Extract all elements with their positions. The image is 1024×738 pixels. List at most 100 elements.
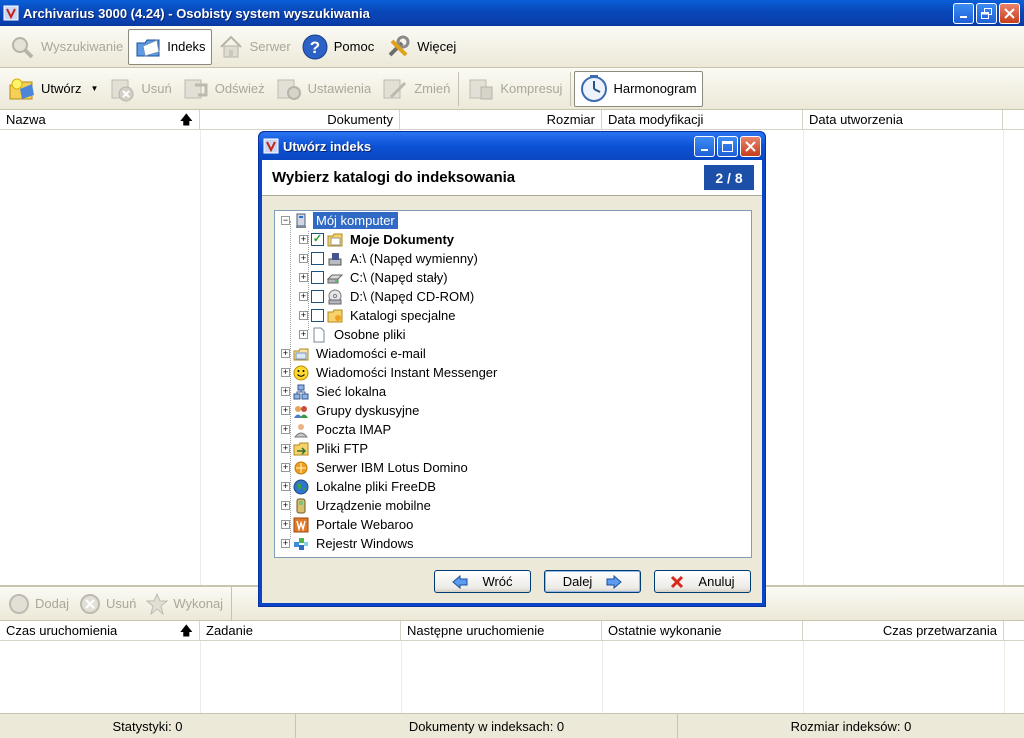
main-toolbar: Wyszukiwanie Indeks Serwer ? Pomoc Więce…	[0, 26, 1024, 68]
column-task[interactable]: Zadanie	[200, 621, 401, 640]
expand-icon[interactable]: +	[281, 463, 290, 472]
expand-icon[interactable]: +	[281, 520, 290, 529]
collapse-icon[interactable]: −	[281, 216, 290, 225]
clock-icon	[580, 74, 608, 103]
column-size[interactable]: Rozmiar	[400, 110, 602, 129]
tree-item-email[interactable]: + Wiadomości e-mail	[281, 344, 429, 363]
tree-item-label: Pliki FTP	[316, 441, 368, 456]
compress-index-button[interactable]: Kompresuj	[462, 71, 567, 107]
modify-index-button[interactable]: Zmień	[376, 71, 455, 107]
minimize-button[interactable]	[953, 3, 974, 24]
add-task-button[interactable]: Dodaj	[3, 589, 74, 619]
column-last-run[interactable]: Ostatnie wykonanie	[602, 621, 803, 640]
tree-item-label: Wiadomości Instant Messenger	[316, 365, 498, 380]
column-documents[interactable]: Dokumenty	[200, 110, 400, 129]
tree-item-separate-files[interactable]: + Osobne pliki	[299, 325, 409, 344]
checkbox-unchecked[interactable]	[311, 271, 324, 284]
expand-icon[interactable]: +	[281, 349, 290, 358]
close-button[interactable]	[999, 3, 1020, 24]
more-button[interactable]: Więcej	[379, 29, 461, 65]
delete-icon	[108, 75, 136, 103]
schedule-list[interactable]	[0, 641, 1024, 713]
remove-task-button[interactable]: Usuń	[74, 589, 141, 619]
tree-item-instant-messenger[interactable]: + Wiadomości Instant Messenger	[281, 363, 500, 382]
tree-item-freedb[interactable]: + Lokalne pliki FreeDB	[281, 477, 439, 496]
create-index-button[interactable]: Utwórz ▼	[3, 71, 103, 107]
tree-item-ftp[interactable]: + Pliki FTP	[281, 439, 371, 458]
tree-item-drive-c[interactable]: + C:\ (Napęd stały)	[299, 268, 451, 287]
documents-folder-icon	[327, 232, 343, 248]
chevron-down-icon[interactable]: ▼	[90, 84, 98, 93]
column-modified[interactable]: Data modyfikacji	[602, 110, 803, 129]
back-button[interactable]: Wróć	[434, 570, 531, 593]
webaroo-icon	[293, 517, 309, 533]
minimize-icon	[959, 15, 967, 18]
expand-icon[interactable]: +	[299, 254, 308, 263]
column-next-run[interactable]: Następne uruchomienie	[401, 621, 602, 640]
expand-icon[interactable]: +	[281, 482, 290, 491]
checkbox-unchecked[interactable]	[311, 252, 324, 265]
expand-icon[interactable]: +	[281, 444, 290, 453]
schedule-list-header: Czas uruchomienia 🡅 Zadanie Następne uru…	[0, 621, 1024, 641]
tree-item-newsgroups[interactable]: + Grupy dyskusyjne	[281, 401, 422, 420]
checkbox-unchecked[interactable]	[311, 290, 324, 303]
refresh-index-label: Odśwież	[214, 81, 265, 96]
column-created-label: Data utworzenia	[809, 112, 903, 127]
column-created[interactable]: Data utworzenia	[803, 110, 1003, 129]
modify-icon	[381, 75, 409, 103]
index-folder-icon	[134, 33, 162, 61]
index-tab-button[interactable]: Indeks	[128, 28, 212, 65]
index-settings-label: Ustawienia	[307, 81, 372, 96]
column-name[interactable]: Nazwa 🡅	[0, 110, 200, 129]
tree-item-windows-registry[interactable]: + Rejestr Windows	[281, 534, 417, 553]
run-task-button[interactable]: Wykonaj	[141, 589, 228, 619]
tree-item-drive-d[interactable]: + D:\ (Napęd CD-ROM)	[299, 287, 477, 306]
dialog-close-button[interactable]	[740, 136, 761, 157]
dialog-titlebar[interactable]: Utwórz indeks	[259, 132, 765, 160]
tree-item-drive-a[interactable]: + A:\ (Napęd wymienny)	[299, 249, 481, 268]
refresh-index-button[interactable]: Odśwież	[177, 71, 270, 107]
network-icon	[293, 384, 309, 400]
expand-icon[interactable]: +	[299, 292, 308, 301]
expand-icon[interactable]: +	[299, 311, 308, 320]
schedule-label: Harmonogram	[613, 81, 697, 96]
expand-icon[interactable]: +	[281, 425, 290, 434]
tree-item-imap[interactable]: + Poczta IMAP	[281, 420, 394, 439]
expand-icon[interactable]: +	[281, 539, 290, 548]
tree-item-label: Wiadomości e-mail	[316, 346, 426, 361]
expand-icon[interactable]: +	[299, 330, 308, 339]
delete-index-button[interactable]: Usuń	[103, 71, 176, 107]
restore-button[interactable]	[976, 3, 997, 24]
window-titlebar[interactable]: Archivarius 3000 (4.24) - Osobisty syste…	[0, 0, 1024, 26]
search-tab-button[interactable]: Wyszukiwanie	[3, 29, 128, 65]
column-start-time[interactable]: Czas uruchomienia 🡅	[0, 621, 200, 640]
expand-icon[interactable]: +	[299, 235, 308, 244]
cancel-button[interactable]: Anuluj	[654, 570, 751, 593]
help-button[interactable]: ? Pomoc	[296, 29, 379, 65]
checkbox-checked[interactable]: ✓	[311, 233, 324, 246]
expand-icon[interactable]: +	[281, 406, 290, 415]
dialog-maximize-button[interactable]	[717, 136, 738, 157]
checkbox-unchecked[interactable]	[311, 309, 324, 322]
expand-icon[interactable]: +	[281, 368, 290, 377]
dialog-minimize-button[interactable]	[694, 136, 715, 157]
next-button[interactable]: Dalej	[544, 570, 641, 593]
column-last-run-label: Ostatnie wykonanie	[608, 623, 722, 638]
tree-item-webaroo[interactable]: + Portale Webaroo	[281, 515, 416, 534]
expand-icon[interactable]: +	[281, 501, 290, 510]
source-tree[interactable]: − Mój komputer + ✓ Moje Dokumenty + A:\ …	[274, 210, 752, 558]
schedule-button[interactable]: Harmonogram	[574, 70, 703, 107]
tree-item-special-folders[interactable]: + Katalogi specjalne	[299, 306, 459, 325]
tree-item-my-computer[interactable]: − Mój komputer	[281, 211, 398, 230]
column-processing-time[interactable]: Czas przetwarzania	[803, 621, 1004, 640]
tree-item-my-documents[interactable]: + ✓ Moje Dokumenty	[299, 230, 457, 249]
remove-icon	[79, 593, 101, 615]
house-icon	[217, 33, 245, 61]
tree-item-mobile-device[interactable]: + Urządzenie mobilne	[281, 496, 434, 515]
server-tab-button[interactable]: Serwer	[212, 29, 296, 65]
expand-icon[interactable]: +	[281, 387, 290, 396]
index-settings-button[interactable]: Ustawienia	[270, 71, 377, 107]
tree-item-lotus-domino[interactable]: + Serwer IBM Lotus Domino	[281, 458, 471, 477]
expand-icon[interactable]: +	[299, 273, 308, 282]
tree-item-local-network[interactable]: + Sieć lokalna	[281, 382, 389, 401]
